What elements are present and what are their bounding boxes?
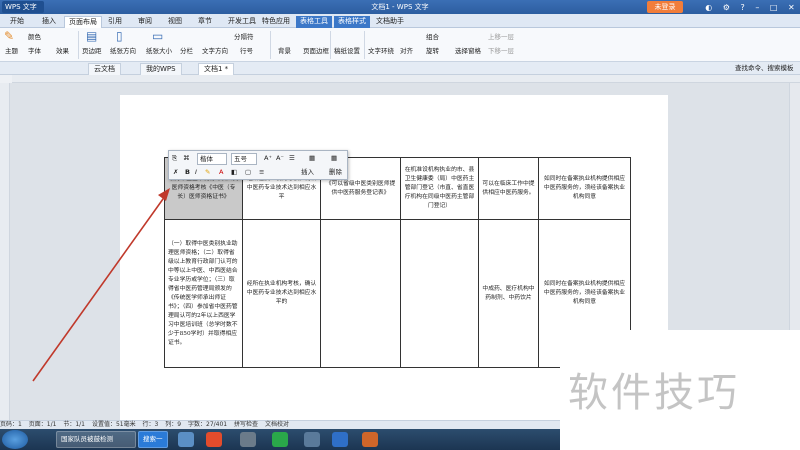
- status-row: 行：3: [142, 421, 159, 428]
- watermark-text: 软件技巧: [568, 370, 740, 416]
- status-section: 节：1/1: [63, 421, 86, 428]
- app-icon[interactable]: [240, 432, 256, 447]
- status-bar: 页码：1 页面：1/1 节：1/1 设置值：51毫米 行：3 列：9 字数：27…: [0, 420, 560, 429]
- status-col: 列：9: [165, 421, 182, 428]
- taskbar-search-button[interactable]: 搜索一下: [138, 431, 168, 448]
- taskbar-item-browser[interactable]: 国家队员被鼓检测: [56, 431, 136, 448]
- taskbar: 国家队员被鼓检测 搜索一下: [0, 429, 560, 450]
- status-words: 字数：27/401: [188, 421, 228, 428]
- status-page: 页码：1: [0, 421, 22, 428]
- folder-icon[interactable]: [178, 432, 194, 447]
- doc-check-button[interactable]: 文档校对: [265, 421, 289, 428]
- status-pages: 页面：1/1: [28, 421, 57, 428]
- wps-writer-icon[interactable]: [332, 432, 348, 447]
- paint-icon[interactable]: [362, 432, 378, 447]
- window-icon[interactable]: [304, 432, 320, 447]
- start-button[interactable]: [2, 430, 28, 449]
- spell-check-toggle[interactable]: 拼写检查: [234, 421, 258, 428]
- green-app-icon[interactable]: [272, 432, 288, 447]
- chrome-icon[interactable]: [206, 432, 222, 447]
- status-setting: 设置值：51毫米: [91, 421, 136, 428]
